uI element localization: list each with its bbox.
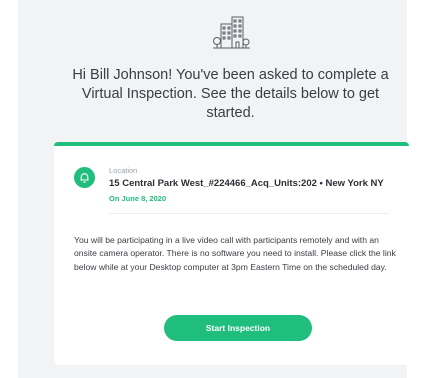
inspection-card: Location 15 Central Park West_#224466_Ac… <box>54 142 409 365</box>
divider <box>109 213 389 214</box>
bell-icon <box>74 167 95 188</box>
start-inspection-button[interactable]: Start Inspection <box>164 315 312 341</box>
email-panel: Hi Bill Johnson! You've been asked to co… <box>18 0 409 378</box>
inspection-description: You will be participating in a live vide… <box>74 235 396 272</box>
greeting-text: Hi Bill Johnson! You've been asked to co… <box>72 67 389 121</box>
location-label: Location <box>109 166 138 175</box>
card-accent-bar <box>54 142 409 146</box>
city-building-icon <box>210 14 252 50</box>
inspection-date: On June 8, 2020 <box>109 194 167 203</box>
location-address: 15 Central Park West_#224466_Acq_Units:2… <box>109 178 384 189</box>
